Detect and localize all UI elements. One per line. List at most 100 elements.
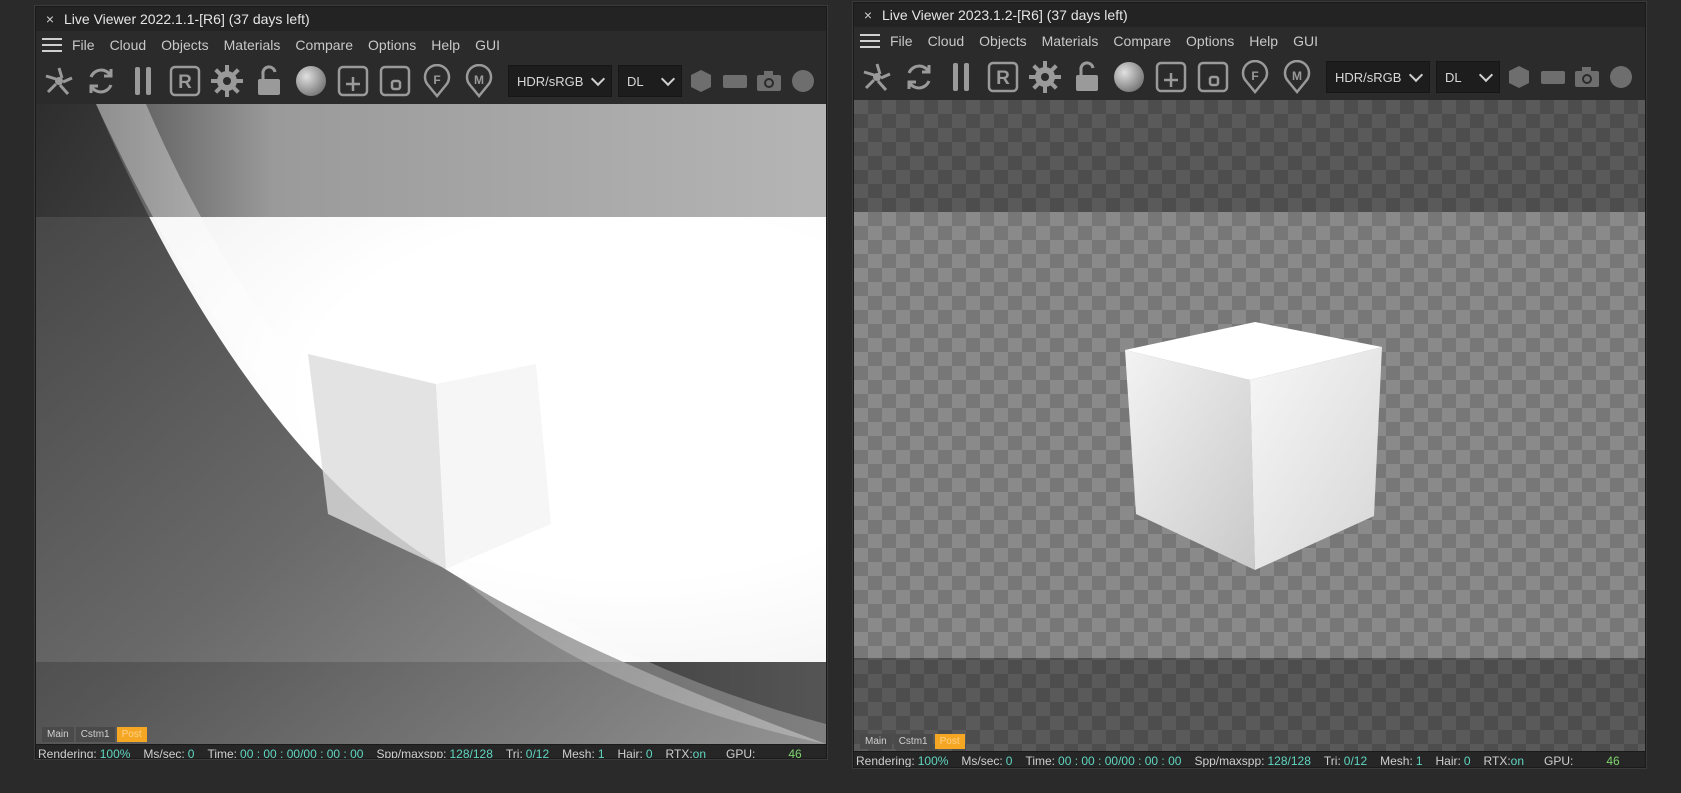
menu-file[interactable]: File xyxy=(890,33,913,49)
render-pass-tabs: Main Cstm1 Post xyxy=(42,727,147,742)
menu-options[interactable]: Options xyxy=(368,37,416,53)
lock-icon[interactable] xyxy=(250,61,288,101)
tri-label: Tri: xyxy=(1323,754,1341,768)
cube-render xyxy=(1125,322,1382,570)
focus-pick-icon[interactable] xyxy=(376,61,414,101)
focus-marker-icon[interactable]: F xyxy=(418,61,456,101)
status-bar: Rendering: 100% Ms/sec: 0 Time: 00 : 00 … xyxy=(854,751,1645,768)
spp-label: Spp/maxspp: xyxy=(1194,754,1265,768)
hamburger-menu-icon[interactable] xyxy=(42,34,62,56)
menu-bar: File Cloud Objects Materials Compare Opt… xyxy=(36,31,826,58)
circle-icon[interactable] xyxy=(788,61,818,101)
restart-icon[interactable] xyxy=(82,61,120,101)
color-mode-select[interactable]: HDR/sRGB xyxy=(1326,61,1430,93)
chevron-down-icon xyxy=(1408,67,1424,83)
time-value: 00 : 00 : 00/00 : 00 : 00 xyxy=(1058,754,1182,768)
material-sphere-icon[interactable] xyxy=(292,61,330,101)
gpu-label: GPU: xyxy=(726,747,756,759)
tri-value: 0/12 xyxy=(525,747,550,759)
tab-cstm1[interactable]: Cstm1 xyxy=(75,727,115,742)
time-label: Time: xyxy=(1025,754,1056,768)
add-render-target-icon[interactable] xyxy=(334,61,372,101)
send-scene-icon[interactable] xyxy=(858,57,896,97)
menu-materials[interactable]: Materials xyxy=(224,37,281,53)
hair-value: 0 xyxy=(645,747,653,759)
time-label: Time: xyxy=(207,747,238,759)
menu-help[interactable]: Help xyxy=(1249,33,1278,49)
render-region-icon[interactable]: R xyxy=(166,61,204,101)
chevron-down-icon xyxy=(1478,67,1494,83)
tab-cstm1[interactable]: Cstm1 xyxy=(893,734,933,749)
focus-pick-icon[interactable] xyxy=(1194,57,1232,97)
circle-icon[interactable] xyxy=(1606,57,1636,97)
material-marker-icon[interactable]: M xyxy=(1278,57,1316,97)
close-icon[interactable]: × xyxy=(36,11,64,27)
rendering-value: 100% xyxy=(917,754,949,768)
add-render-target-icon[interactable] xyxy=(1152,57,1190,97)
lock-icon[interactable] xyxy=(1068,57,1106,97)
svg-text:R: R xyxy=(996,68,1010,89)
render-viewport[interactable]: Main Cstm1 Post xyxy=(854,100,1645,751)
tab-post[interactable]: Post xyxy=(934,734,965,749)
send-scene-icon[interactable] xyxy=(40,61,78,101)
menu-gui[interactable]: GUI xyxy=(1293,33,1318,49)
svg-text:F: F xyxy=(433,73,440,87)
tab-main[interactable]: Main xyxy=(42,727,74,742)
rect-icon[interactable] xyxy=(1538,57,1568,97)
title-bar: × Live Viewer 2023.1.2-[R6] (37 days lef… xyxy=(854,3,1645,27)
settings-gear-icon[interactable] xyxy=(208,61,246,101)
toolbar: R F M HDR/sRGB DL xyxy=(854,54,1645,100)
menu-gui[interactable]: GUI xyxy=(475,37,500,53)
focus-marker-icon[interactable]: F xyxy=(1236,57,1274,97)
menu-options[interactable]: Options xyxy=(1186,33,1234,49)
menu-compare[interactable]: Compare xyxy=(295,37,353,53)
restart-icon[interactable] xyxy=(900,57,938,97)
settings-gear-icon[interactable] xyxy=(1026,57,1064,97)
hair-label: Hair: xyxy=(1435,754,1461,768)
window-title: Live Viewer 2023.1.2-[R6] (37 days left) xyxy=(882,7,1128,23)
menu-cloud[interactable]: Cloud xyxy=(110,37,147,53)
gpu-value: 46 xyxy=(1606,754,1620,768)
menu-help[interactable]: Help xyxy=(431,37,460,53)
menu-cloud[interactable]: Cloud xyxy=(928,33,965,49)
material-marker-icon[interactable]: M xyxy=(460,61,498,101)
toolbar: R F M HDR/sRGB DL xyxy=(36,58,826,104)
menu-objects[interactable]: Objects xyxy=(161,37,208,53)
mesh-value: 1 xyxy=(597,747,605,759)
mesh-label: Mesh: xyxy=(562,747,595,759)
pause-icon[interactable] xyxy=(124,61,162,101)
camera-icon[interactable] xyxy=(1572,57,1602,97)
menu-objects[interactable]: Objects xyxy=(979,33,1026,49)
pause-icon[interactable] xyxy=(942,57,980,97)
window-title: Live Viewer 2022.1.1-[R6] (37 days left) xyxy=(64,11,310,27)
status-bar: Rendering: 100% Ms/sec: 0 Time: 00 : 00 … xyxy=(36,744,826,759)
color-mode-select[interactable]: HDR/sRGB xyxy=(508,65,612,97)
kernel-value: DL xyxy=(627,73,644,89)
live-viewer-window-2023: × Live Viewer 2023.1.2-[R6] (37 days lef… xyxy=(853,2,1646,768)
kernel-select[interactable]: DL xyxy=(618,65,682,97)
object-hexagon-icon[interactable] xyxy=(1504,57,1534,97)
menu-file[interactable]: File xyxy=(72,37,95,53)
render-region-icon[interactable]: R xyxy=(984,57,1022,97)
material-sphere-icon[interactable] xyxy=(1110,57,1148,97)
hamburger-menu-icon[interactable] xyxy=(860,30,880,52)
kernel-value: DL xyxy=(1445,69,1462,85)
tab-main[interactable]: Main xyxy=(860,734,892,749)
chevron-down-icon xyxy=(660,71,676,87)
hair-label: Hair: xyxy=(617,747,643,759)
close-icon[interactable]: × xyxy=(854,7,882,23)
mssec-value: 0 xyxy=(1005,754,1013,768)
menu-materials[interactable]: Materials xyxy=(1042,33,1099,49)
rect-icon[interactable] xyxy=(720,61,750,101)
camera-icon[interactable] xyxy=(754,61,784,101)
rendering-label: Rendering: xyxy=(856,754,915,768)
rtx-label: RTX: xyxy=(1483,754,1511,768)
svg-text:R: R xyxy=(178,72,192,93)
mesh-value: 1 xyxy=(1415,754,1423,768)
tab-post[interactable]: Post xyxy=(116,727,147,742)
kernel-select[interactable]: DL xyxy=(1436,61,1500,93)
menu-compare[interactable]: Compare xyxy=(1113,33,1171,49)
object-hexagon-icon[interactable] xyxy=(686,61,716,101)
render-viewport[interactable]: Main Cstm1 Post xyxy=(36,104,826,744)
svg-text:M: M xyxy=(1292,69,1302,83)
